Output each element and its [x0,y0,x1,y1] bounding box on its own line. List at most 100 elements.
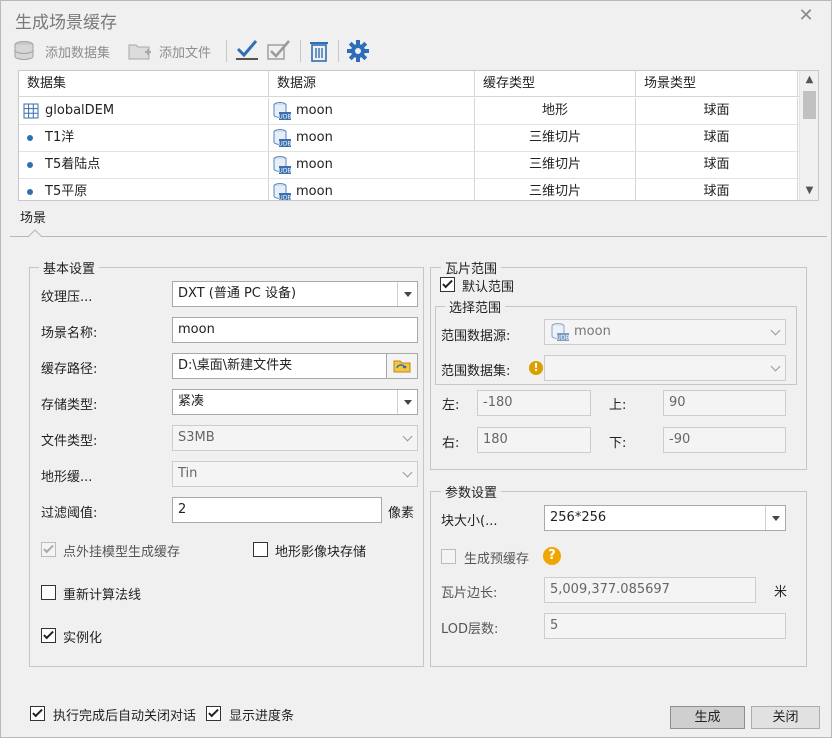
delete-button[interactable] [308,37,330,65]
table-row[interactable]: T5平原 UDB moon 三维切片 球面 [19,179,799,200]
column-header-dataset[interactable]: 数据集 [19,71,269,97]
scroll-up-icon[interactable]: ▲ [803,73,816,87]
cache-path-label: 缓存路径: [41,362,98,377]
file-type-value: S3MB [178,430,215,445]
add-file-button[interactable]: 添加文件 [127,37,211,65]
tab-scene[interactable]: 场景 [20,207,46,226]
generate-button[interactable]: 生成 [670,706,745,729]
tile-length-input[interactable]: 5,009,377.085697 [544,577,756,603]
settings-button[interactable] [345,37,371,65]
scroll-down-icon[interactable]: ▼ [803,184,816,198]
scene-type-cell[interactable]: 球面 [636,152,798,178]
datasource-name: moon [296,157,333,172]
table-header: 数据集 数据源 缓存类型 场景类型 [19,71,799,97]
texture-value: DXT (普通 PC 设备) [178,286,297,301]
table-row[interactable]: T5着陆点 UDB moon 三维切片 球面 [19,152,799,179]
outer-model-checkbox[interactable] [41,542,56,557]
vertical-scrollbar[interactable]: ▲ ▼ [799,71,818,200]
chevron-down-icon[interactable] [397,462,417,486]
tile-range-title: 瓦片范围 [441,258,502,277]
right-input[interactable]: 180 [477,427,591,453]
select-all-button[interactable] [234,37,260,65]
filter-threshold-input[interactable]: 2 [172,497,382,523]
chevron-down-icon[interactable] [765,356,785,380]
chevron-down-icon[interactable] [397,426,417,450]
filter-threshold-value: 2 [178,502,187,517]
filter-unit: 像素 [388,506,415,521]
dialog-window: 生成场景缓存 ✕ 添加数据集 添加文件 数据集 数据源 缓存类型 场景类型 gl… [0,0,832,738]
cache-type-cell[interactable]: 三维切片 [475,179,636,200]
udb-datasource-icon: UDB [273,129,292,148]
instancing-label: 实例化 [63,631,103,646]
recalc-normal-label: 重新计算法线 [63,588,142,603]
instancing-checkbox[interactable] [41,628,56,643]
auto-close-checkbox[interactable] [30,706,45,721]
recalc-normal-checkbox[interactable] [41,585,56,600]
bottom-label: 下: [609,436,627,451]
storage-type-select[interactable]: 紧凑 [172,389,418,415]
chevron-down-icon[interactable] [765,506,785,530]
help-icon[interactable]: ? [543,547,561,565]
precache-label: 生成预缓存 [464,552,530,567]
params-title: 参数设置 [441,482,502,501]
file-type-select[interactable]: S3MB [172,425,418,451]
terrain-cache-label: 地形缓... [41,470,93,485]
show-progress-label: 显示进度条 [229,709,295,724]
file-type-label: 文件类型: [41,434,98,449]
scene-name-value: moon [178,322,215,337]
range-dataset-select[interactable] [544,355,786,381]
warning-icon: ! [529,361,543,375]
browse-folder-button[interactable] [386,353,418,379]
scene-type-cell[interactable]: 球面 [636,98,798,124]
terrain-cache-select[interactable]: Tin [172,461,418,487]
left-label: 左: [442,398,460,413]
auto-close-label: 执行完成后自动关闭对话 [53,709,197,724]
precache-checkbox[interactable] [441,549,456,564]
block-size-label: 块大小(... [441,514,498,529]
range-datasource-select[interactable]: UDB moon [544,319,786,345]
table-row[interactable]: T1洋 UDB moon 三维切片 球面 [19,125,799,152]
scene-type-cell[interactable]: 球面 [636,125,798,151]
left-input[interactable]: -180 [477,390,591,416]
window-title: 生成场景缓存 [15,13,117,33]
block-size-value: 256*256 [550,510,607,525]
top-input[interactable]: 90 [663,390,786,416]
terrain-image-label: 地形影像块存储 [275,545,367,560]
column-header-cache-type[interactable]: 缓存类型 [475,71,636,97]
scene-type-cell[interactable]: 球面 [636,179,798,200]
svg-text:UDB: UDB [556,335,569,342]
chevron-down-icon[interactable] [397,282,417,306]
cache-path-input[interactable]: D:\桌面\新建文件夹 [172,353,387,379]
storage-type-label: 存储类型: [41,398,98,413]
close-icon[interactable]: ✕ [797,7,815,25]
default-range-checkbox[interactable] [440,277,455,292]
tab-divider [10,236,827,237]
bottom-value: -90 [669,432,691,447]
folder-add-icon [128,44,151,60]
cache-type-cell[interactable]: 三维切片 [475,125,636,151]
lod-input[interactable]: 5 [544,613,786,639]
scene-name-input[interactable]: moon [172,317,418,343]
cache-path-value: D:\桌面\新建文件夹 [178,358,293,373]
scrollbar-thumb[interactable] [803,91,816,119]
terrain-image-checkbox[interactable] [253,542,268,557]
show-progress-checkbox[interactable] [206,706,221,721]
block-size-select[interactable]: 256*256 [544,505,786,531]
datasource-name: moon [296,184,333,199]
toolbar: 添加数据集 添加文件 [9,37,825,67]
table-row[interactable]: globalDEM UDB moon 地形 球面 [19,98,799,125]
bottom-input[interactable]: -90 [663,427,786,453]
cache-type-cell[interactable]: 三维切片 [475,152,636,178]
svg-text:UDB: UDB [278,141,291,148]
texture-select[interactable]: DXT (普通 PC 设备) [172,281,418,307]
invert-select-button[interactable] [266,37,292,65]
cache-type-cell[interactable]: 地形 [475,98,636,124]
column-header-datasource[interactable]: 数据源 [269,71,475,97]
add-dataset-button[interactable]: 添加数据集 [13,37,110,65]
dataset-name: T5着陆点 [45,157,101,172]
chevron-down-icon[interactable] [397,390,417,414]
chevron-down-icon[interactable] [765,320,785,344]
column-header-scene-type[interactable]: 场景类型 [636,71,798,97]
close-button[interactable]: 关闭 [751,706,820,729]
default-range-label: 默认范围 [462,280,515,295]
